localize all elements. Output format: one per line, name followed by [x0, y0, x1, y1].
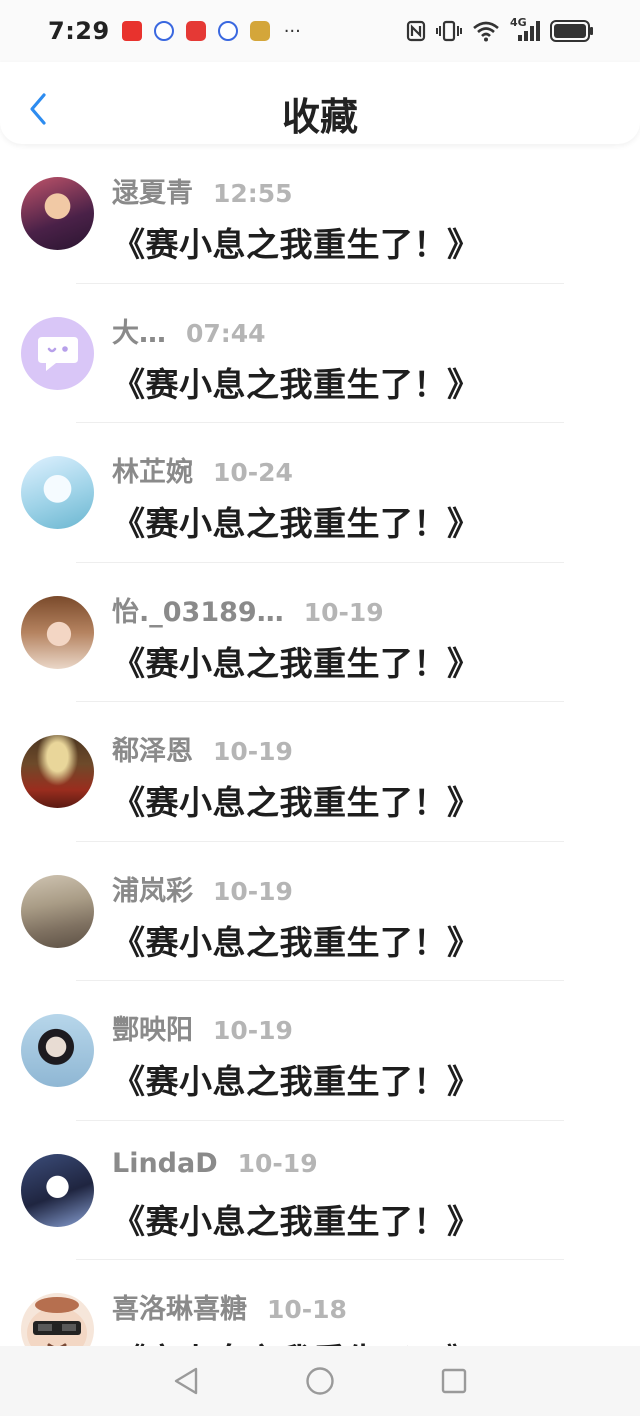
- item-meta: LindaD 10-19: [112, 1148, 318, 1179]
- item-message: 《赛小息之我重生了！》: [112, 1062, 481, 1101]
- favorites-list: 逯夏青 12:55 《赛小息之我重生了！》 大… 07:44 《赛小息之我重生了…: [0, 144, 640, 1346]
- sender-name: 酆映阳: [112, 1015, 193, 1046]
- avatar[interactable]: [21, 1153, 94, 1227]
- sender-name: 浦岚彩: [112, 875, 193, 907]
- nav-recents-button[interactable]: [437, 1364, 471, 1398]
- item-message: 《赛小息之我重生了！》: [112, 364, 481, 404]
- item-meta: 郗泽恩 10-19: [112, 729, 293, 768]
- list-item[interactable]: 林芷婉 10-24 《赛小息之我重生了！》: [0, 423, 640, 563]
- item-message: 《赛小息之我重生了！》: [112, 922, 481, 962]
- notification-app-icon: [217, 21, 238, 41]
- triangle-back-icon: [174, 1367, 198, 1395]
- notification-app-icon: [249, 21, 270, 41]
- item-meta: 林芷婉 10-24: [112, 450, 293, 489]
- item-time: 10-19: [213, 1016, 293, 1045]
- sender-name: 怡._03189…: [112, 596, 284, 628]
- list-item[interactable]: 喜洛琳喜糖 10-18 《赛小息之我重生了！》: [0, 1260, 640, 1346]
- square-recents-icon: [441, 1368, 467, 1394]
- item-meta: 酆映阳 10-19: [112, 1008, 293, 1047]
- item-time: 10-24: [213, 458, 293, 487]
- avatar[interactable]: [21, 177, 94, 250]
- sender-name: 郗泽恩: [112, 736, 193, 767]
- battery-icon: [550, 20, 593, 42]
- avatar[interactable]: [21, 735, 94, 808]
- list-item[interactable]: LindaD 10-19 《赛小息之我重生了！》: [0, 1121, 640, 1260]
- notification-app-icon: [185, 21, 206, 41]
- item-message: 《赛小息之我重生了！》: [112, 1201, 481, 1241]
- avatar[interactable]: [21, 1293, 94, 1346]
- item-time: 10-19: [213, 876, 293, 906]
- list-item[interactable]: 大… 07:44 《赛小息之我重生了！》: [0, 284, 640, 423]
- sender-name: 林芷婉: [112, 457, 193, 488]
- item-message: 《赛小息之我重生了！》: [112, 1334, 481, 1346]
- item-time: 10-19: [237, 1148, 318, 1178]
- wifi-icon: [473, 21, 499, 42]
- item-time: 10-18: [267, 1295, 347, 1324]
- list-item[interactable]: 酆映阳 10-19 《赛小息之我重生了！》: [0, 981, 640, 1121]
- item-time: 12:55: [213, 179, 293, 208]
- cellular-signal-icon: 4G: [510, 16, 540, 42]
- status-bar: 7:29 ··· 4G: [0, 0, 640, 62]
- nav-home-button[interactable]: [303, 1364, 337, 1398]
- item-meta: 喜洛琳喜糖 10-18: [112, 1287, 347, 1326]
- cartoon-avatar-icon: [27, 1297, 87, 1346]
- app-header: 收藏: [0, 62, 640, 144]
- notification-icons: ···: [121, 20, 301, 42]
- page-title: 收藏: [281, 95, 358, 139]
- avatar[interactable]: [21, 316, 94, 390]
- nav-back-button[interactable]: [169, 1364, 203, 1398]
- chat-bubble-icon: [37, 337, 78, 371]
- system-nav-bar: [0, 1346, 640, 1416]
- notification-app-icon: [153, 21, 174, 41]
- item-message: 《赛小息之我重生了！》: [112, 504, 481, 543]
- item-meta: 怡._03189… 10-19: [112, 590, 384, 629]
- list-item[interactable]: 逯夏青 12:55 《赛小息之我重生了！》: [0, 144, 640, 284]
- circle-home-icon: [306, 1367, 334, 1395]
- item-meta: 逯夏青 12:55: [112, 171, 293, 210]
- list-item[interactable]: 浦岚彩 10-19 《赛小息之我重生了！》: [0, 842, 640, 981]
- sender-name: 逯夏青: [112, 178, 193, 209]
- item-time: 07:44: [186, 318, 266, 348]
- item-meta: 浦岚彩 10-19: [112, 869, 293, 908]
- avatar[interactable]: [21, 595, 94, 669]
- nfc-icon: [406, 20, 426, 42]
- item-message: 《赛小息之我重生了！》: [112, 225, 481, 264]
- item-time: 10-19: [213, 737, 293, 766]
- item-meta: 大… 07:44: [112, 311, 266, 350]
- avatar[interactable]: [21, 874, 94, 948]
- list-item[interactable]: 怡._03189… 10-19 《赛小息之我重生了！》: [0, 563, 640, 702]
- sender-name: 喜洛琳喜糖: [112, 1294, 247, 1325]
- avatar[interactable]: [21, 456, 94, 529]
- list-item[interactable]: 郗泽恩 10-19 《赛小息之我重生了！》: [0, 702, 640, 842]
- vibrate-icon: [436, 20, 462, 42]
- notification-app-icon: [121, 21, 142, 41]
- more-notifications-icon: ···: [283, 20, 301, 42]
- item-message: 《赛小息之我重生了！》: [112, 783, 481, 822]
- avatar[interactable]: [21, 1014, 94, 1087]
- status-time: 7:29: [48, 17, 110, 45]
- sender-name: LindaD: [112, 1147, 218, 1179]
- sender-name: 大…: [112, 317, 166, 349]
- item-time: 10-19: [303, 597, 384, 627]
- item-message: 《赛小息之我重生了！》: [112, 643, 481, 683]
- system-icons: 4G: [406, 16, 594, 42]
